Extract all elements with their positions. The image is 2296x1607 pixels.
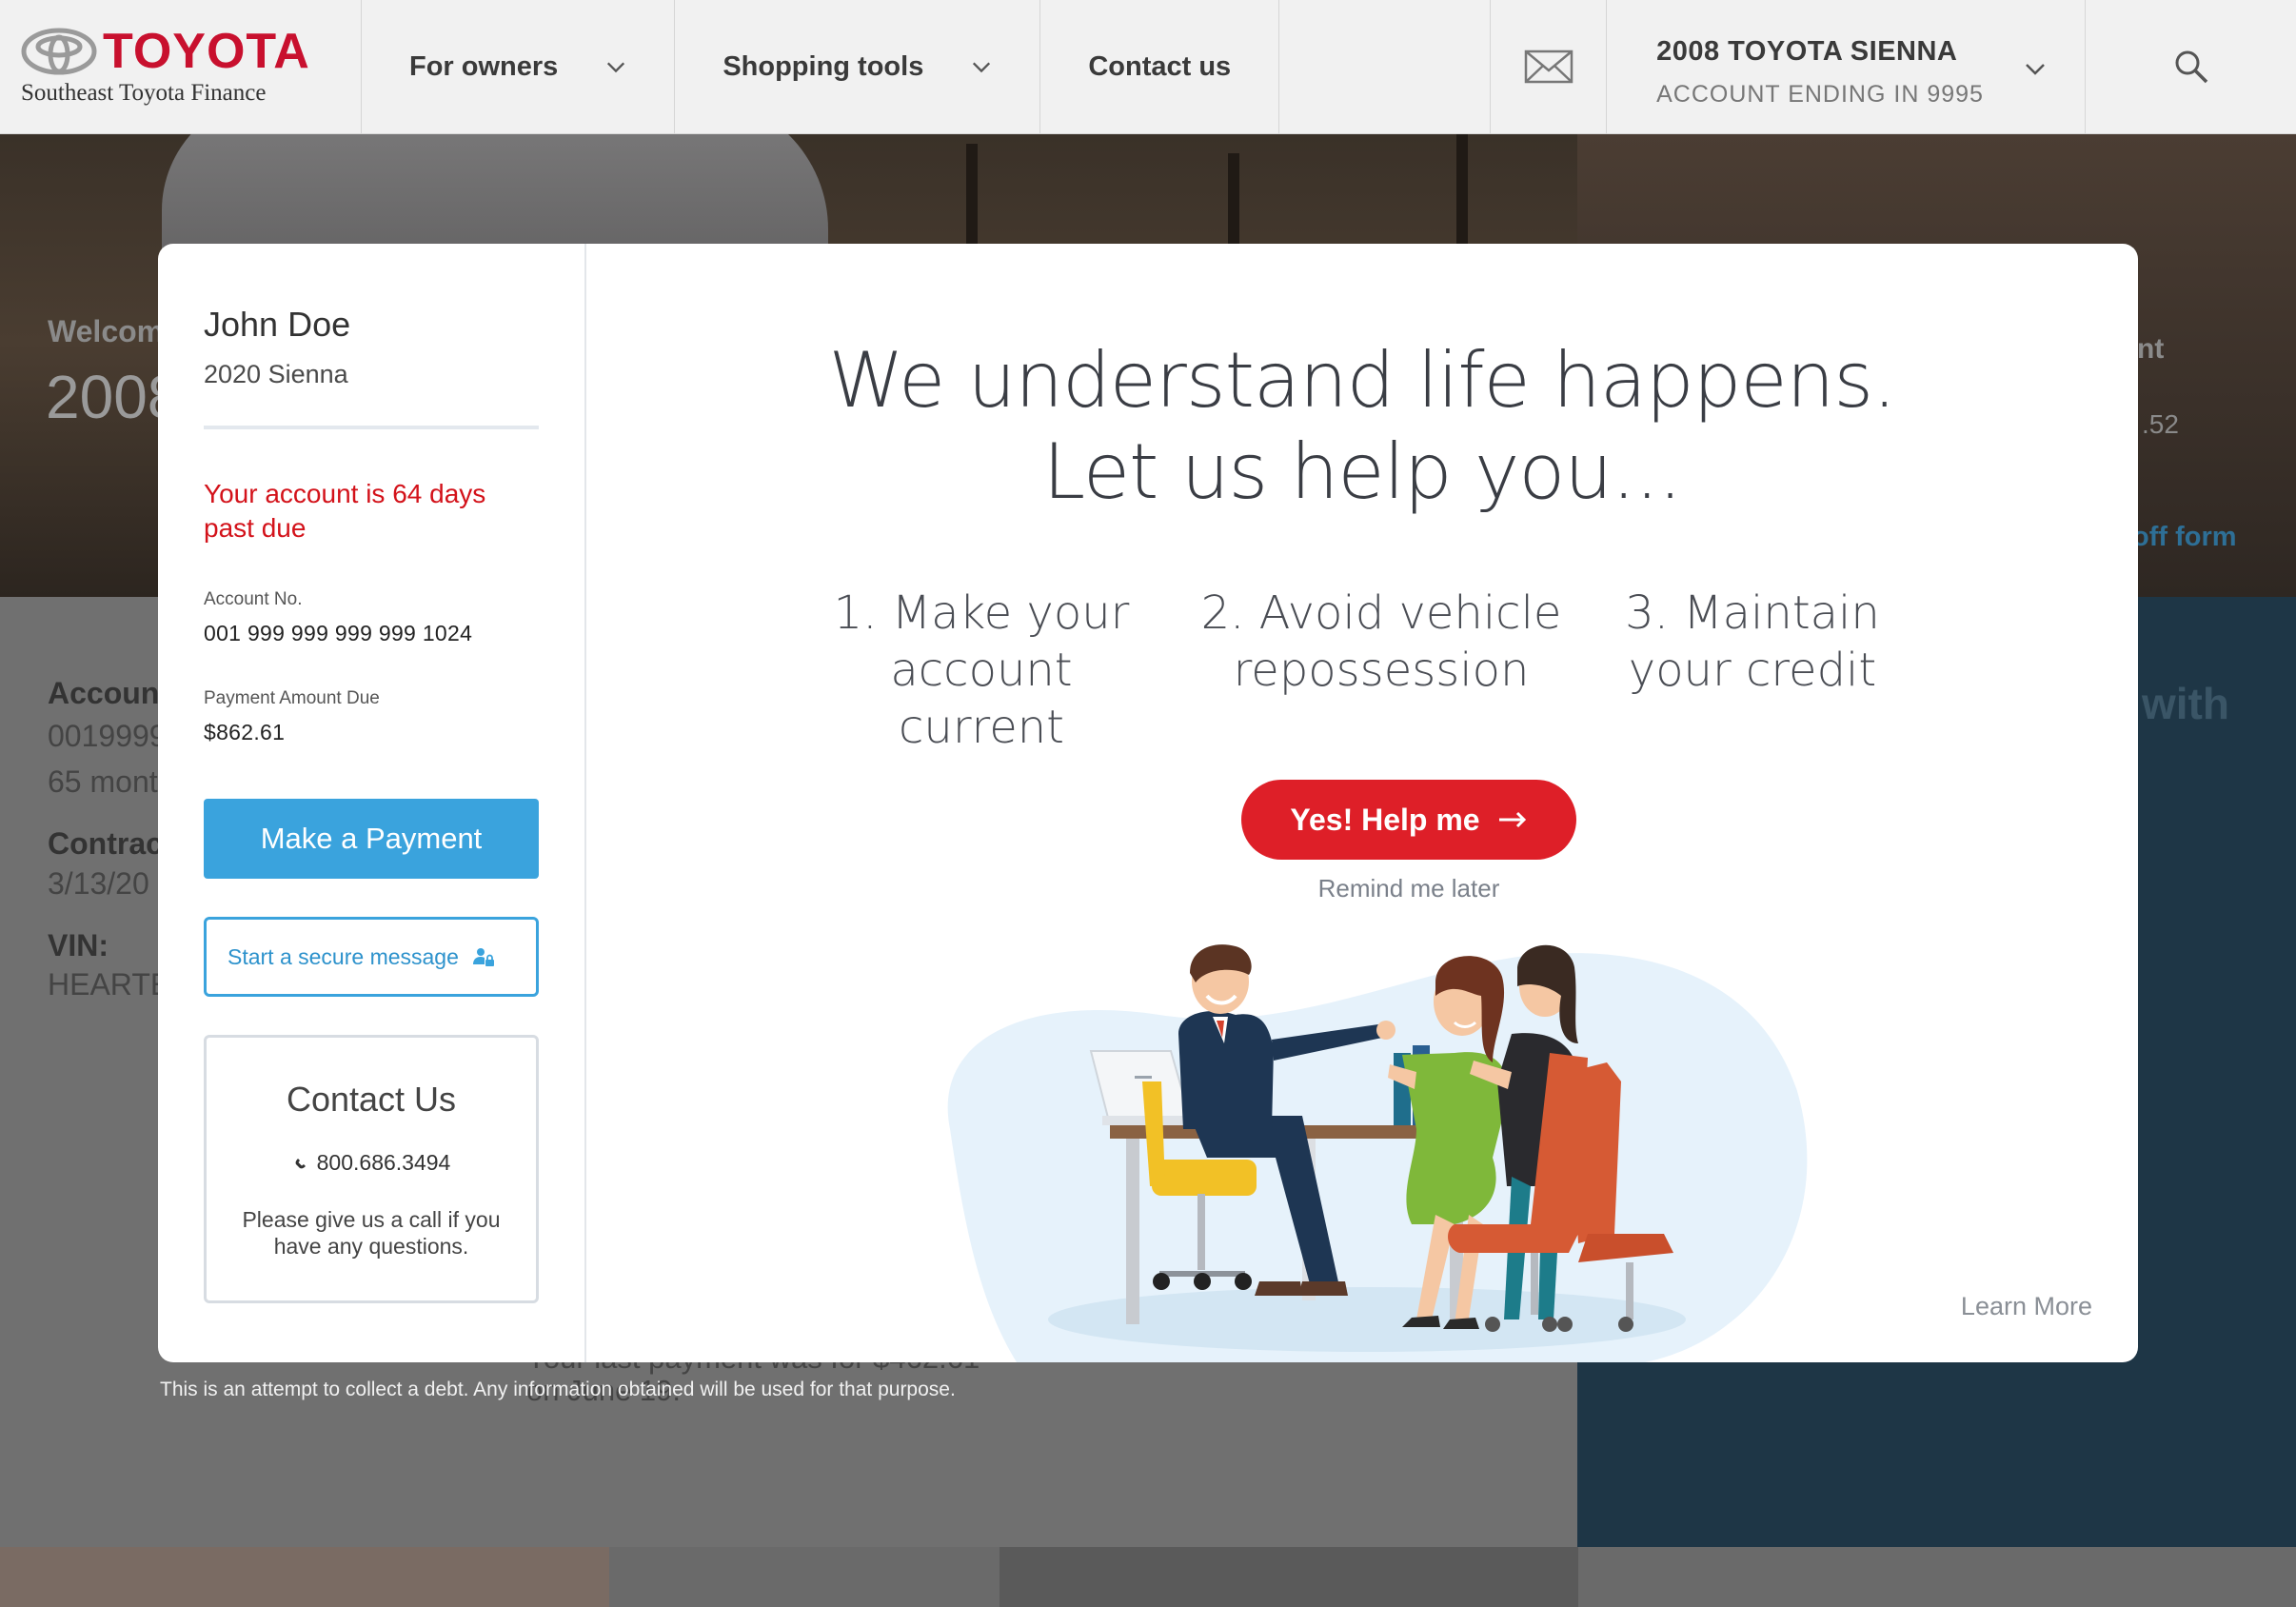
past-due-modal: John Doe 2020 Sienna Your account is 64 … [158,244,2138,1362]
advisor-meeting-illustration [947,944,1808,1362]
nav-for-owners[interactable]: For owners [362,0,676,133]
bg-welcome: Welcom [48,314,165,348]
bg-right-heading: with [2142,679,2229,728]
bg-right-text: nt [2137,333,2165,365]
bg-right-link[interactable]: off form [2132,522,2237,553]
help-steps: 1. Make your account current 2. Avoid ve… [586,585,2138,756]
chevron-down-icon [607,62,625,73]
bg-contract-date: 3/13/20 [48,866,149,901]
modal-headline: We understand life happens. Let us help … [828,336,1897,516]
search-button[interactable] [2086,0,2296,133]
secure-message-label: Start a secure message [228,943,459,969]
nav-label: Shopping tools [722,50,924,82]
mail-icon [1524,50,1573,84]
logo-subtitle: Southeast Toyota Finance [21,80,267,106]
arrow-right-icon [1498,811,1526,828]
past-due-alert: Your account is 64 days past due [204,479,486,543]
contact-phone-link[interactable]: 800.686.3494 [207,1150,536,1176]
bg-contract-label: Contrac [48,826,163,861]
step-make-account-current: 1. Make your account current [833,586,1130,754]
payment-due-value: $862.61 [204,720,286,744]
bg-months: 65 mont [48,764,158,799]
make-payment-button[interactable]: Make a Payment [204,799,539,879]
contact-us-card: Contact Us 800.686.3494 Please give us a… [204,1035,539,1303]
contact-note: Please give us a call if you have any qu… [242,1207,501,1259]
contact-title: Contact Us [286,1080,457,1119]
learn-more-link[interactable]: Learn More [1961,1292,2092,1321]
nav-contact-us[interactable]: Contact us [1040,0,1280,133]
customer-vehicle: 2020 Sienna [204,360,348,388]
yes-help-me-label: Yes! Help me [1290,802,1480,837]
phone-icon [295,1158,306,1168]
contact-phone-number: 800.686.3494 [316,1150,451,1175]
toyota-logo[interactable]: TOYOTA Southeast Toyota Finance [0,0,362,133]
chevron-down-icon [973,62,991,73]
nav-shopping-tools[interactable]: Shopping tools [675,0,1041,133]
logo-wordmark: TOYOTA [103,24,310,79]
user-lock-icon [472,948,494,966]
bg-account-label: Accoun [48,676,160,710]
chevron-down-icon [2026,64,2045,75]
modal-content: We understand life happens. Let us help … [586,244,2138,1362]
nav-label: For owners [409,50,559,82]
nav-label: Contact us [1088,50,1232,82]
payment-due-label: Payment Amount Due [204,688,380,708]
divider [204,426,539,429]
step-avoid-repossession: 2. Avoid vehicle repossession [1200,586,1562,697]
remind-me-later-link[interactable]: Remind me later [586,874,2138,903]
debt-collection-disclaimer: This is an attempt to collect a debt. An… [160,1379,956,1400]
yes-help-me-button[interactable]: Yes! Help me [1241,780,1576,860]
modal-sidebar: John Doe 2020 Sienna Your account is 64 … [158,244,586,1362]
vehicle-selector[interactable]: 2008 TOYOTA SIENNA ACCOUNT ENDING IN 999… [1607,0,2087,133]
toyota-emblem-icon [21,28,97,75]
account-number-value: 001 999 999 999 999 1024 [204,621,473,645]
bg-vin-label: VIN: [48,928,109,962]
bg-vin-value: HEARTE [48,967,171,1002]
vehicle-account: ACCOUNT ENDING IN 9995 [1656,81,1984,108]
account-number-label: Account No. [204,589,303,609]
search-icon [2175,50,2207,84]
top-navigation: TOYOTA Southeast Toyota Finance For owne… [0,0,2296,134]
step-maintain-credit: 3. Maintain your credit [1625,586,1880,697]
bg-right-text: .52 [2142,409,2179,439]
vehicle-title: 2008 TOYOTA SIENNA [1656,36,1958,67]
customer-name: John Doe [204,305,351,344]
secure-message-button[interactable]: Start a secure message [204,917,539,997]
messages-button[interactable] [1491,0,1608,133]
bg-account-number: 0019999 [48,719,167,753]
